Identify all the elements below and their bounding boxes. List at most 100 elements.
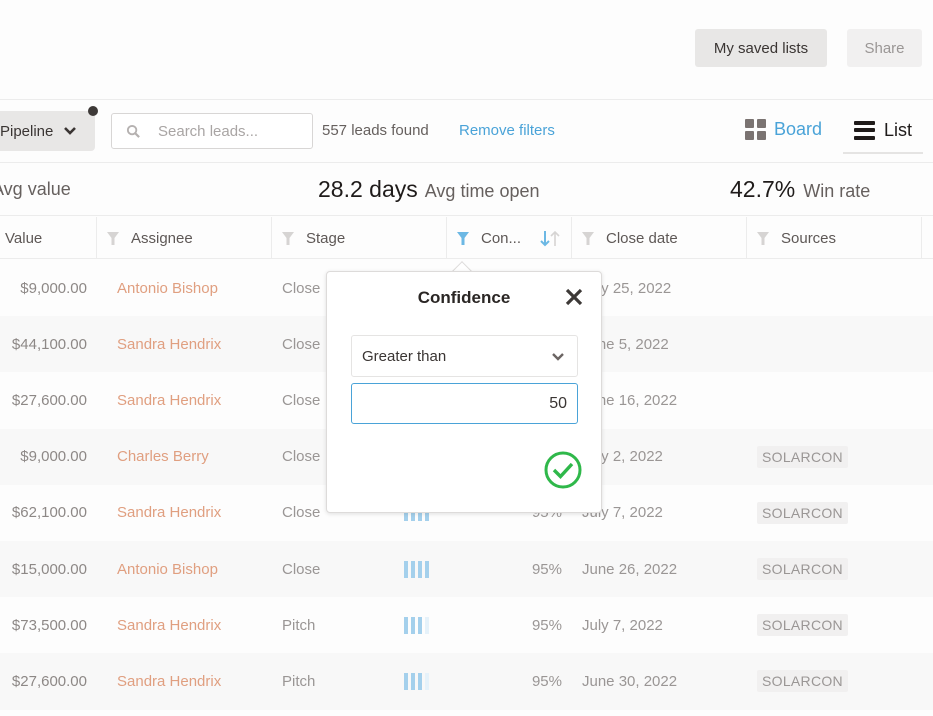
confidence-bar-segment — [404, 560, 408, 578]
confidence-bar-segment — [425, 616, 429, 634]
confidence-meter — [404, 541, 429, 597]
chevron-down-icon — [552, 353, 564, 361]
cell-value: $9,000.00 — [20, 279, 87, 297]
search-box[interactable] — [111, 113, 313, 149]
sort-icon[interactable] — [539, 230, 561, 247]
top-bar: My saved lists Share — [0, 0, 933, 100]
table-row[interactable]: $73,500.00 Sandra Hendrix Pitch 95% July 7, … — [0, 597, 933, 653]
search-icon — [126, 124, 140, 138]
board-view-label: Board — [774, 119, 823, 139]
cell-assignee[interactable]: Sandra Hendrix — [117, 372, 221, 428]
leads-count: 557 leads found — [322, 122, 429, 139]
my-saved-lists-button[interactable]: My saved lists — [695, 29, 827, 67]
cell-assignee[interactable]: Sandra Hendrix — [117, 316, 221, 372]
column-label: Con... — [481, 229, 522, 247]
list-view-toggle[interactable]: List — [843, 108, 923, 154]
column-label: Stage — [306, 229, 346, 247]
cell-value: $27,600.00 — [11, 672, 87, 690]
share-button[interactable]: Share — [847, 29, 922, 67]
source-tag: SOLARCON — [757, 501, 848, 524]
confirm-check-icon[interactable] — [544, 451, 582, 489]
chevron-down-icon — [64, 127, 77, 135]
column-header-sources[interactable]: Sources — [747, 217, 922, 259]
cell-confidence: 95% — [531, 616, 562, 634]
board-view-toggle[interactable]: Board — [745, 119, 822, 140]
source-tag: SOLARCON — [757, 614, 848, 637]
confidence-bar-segment — [411, 560, 415, 578]
pipeline-dropdown[interactable]: Pipeline — [0, 111, 95, 151]
column-label: Assignee — [131, 229, 193, 247]
confidence-filter-popover: Confidence Greater than — [326, 271, 602, 513]
source-tag: SOLARCON — [757, 558, 848, 581]
cell-assignee[interactable]: Sandra Hendrix — [117, 485, 221, 541]
stat-avg-value: Avg value — [0, 179, 71, 200]
cell-stage: Pitch — [282, 672, 316, 690]
cell-stage: Pitch — [282, 616, 316, 634]
column-header-close-date[interactable]: Close date — [572, 217, 747, 259]
cell-close-date: June 26, 2022 — [582, 560, 678, 578]
filter-icon[interactable] — [107, 231, 119, 245]
confidence-bar-segment — [411, 672, 415, 690]
cell-sources: SOLARCON — [757, 653, 848, 709]
filter-icon[interactable] — [582, 231, 594, 245]
cell-assignee[interactable]: Charles Berry — [117, 429, 209, 485]
close-icon[interactable] — [564, 287, 584, 307]
cell-stage: Close — [282, 448, 321, 466]
cell-close-date: June 30, 2022 — [582, 672, 678, 690]
cell-assignee[interactable]: Antonio Bishop — [117, 260, 218, 316]
column-label: Sources — [781, 229, 837, 247]
win-rate-label: Win rate — [803, 181, 871, 201]
search-input[interactable] — [158, 122, 308, 140]
cell-stage: Close — [282, 504, 321, 522]
stat-avg-time: 28.2 days Avg time open — [318, 176, 540, 203]
remove-filters-link[interactable]: Remove filters — [459, 122, 555, 139]
leads-page: My saved lists Share Pipeline 557 leads … — [0, 0, 933, 716]
stat-win-rate: 42.7% Win rate — [730, 176, 870, 203]
stats-bar: Avg value 28.2 days Avg time open 42.7% … — [0, 163, 933, 216]
cell-sources: SOLARCON — [757, 485, 848, 541]
column-header-value[interactable]: Value — [0, 217, 97, 259]
confidence-bar-segment — [411, 616, 415, 634]
cell-assignee[interactable]: Sandra Hendrix — [117, 653, 221, 709]
column-header-stage[interactable]: Stage — [272, 217, 447, 259]
confidence-bar-segment — [418, 672, 422, 690]
avg-value-label: Avg value — [0, 179, 71, 199]
cell-value: $15,000.00 — [11, 560, 87, 578]
cell-stage: Close — [282, 391, 321, 409]
cell-value: $27,600.00 — [11, 391, 87, 409]
confidence-bar-segment — [425, 560, 429, 578]
cell-confidence: 95% — [531, 672, 562, 690]
cell-value: $73,500.00 — [11, 616, 87, 634]
win-rate-value: 42.7% — [730, 176, 796, 202]
avg-time-label: Avg time open — [424, 181, 540, 201]
column-header-confidence[interactable]: Con... — [447, 217, 572, 259]
operator-value: Greater than — [362, 347, 447, 365]
cell-stage: Close — [282, 335, 321, 353]
confidence-meter — [404, 653, 429, 709]
grid-icon — [745, 119, 766, 140]
cell-assignee[interactable]: Sandra Hendrix — [117, 597, 221, 653]
table-header: Value Assignee Stage Con... Close date S… — [0, 217, 933, 259]
source-tag: SOLARCON — [757, 445, 848, 468]
cell-assignee[interactable]: Antonio Bishop — [117, 541, 218, 597]
cell-value: $44,100.00 — [11, 335, 87, 353]
notification-dot — [88, 106, 98, 116]
cell-sources: SOLARCON — [757, 541, 848, 597]
threshold-input[interactable] — [351, 383, 578, 424]
cell-value: $9,000.00 — [20, 448, 87, 466]
popover-title: Confidence — [417, 288, 511, 307]
filter-icon[interactable] — [282, 231, 294, 245]
filter-icon[interactable] — [757, 231, 769, 245]
list-icon — [853, 120, 875, 140]
cell-confidence: 95% — [531, 560, 562, 578]
column-label: Value — [5, 229, 43, 247]
confidence-meter — [404, 597, 429, 653]
filter-active-icon[interactable] — [457, 231, 469, 245]
table-row[interactable]: $27,600.00 Sandra Hendrix Pitch 95% June 30,… — [0, 653, 933, 710]
confidence-bar-segment — [404, 616, 408, 634]
cell-sources: SOLARCON — [757, 597, 848, 653]
list-view-label: List — [883, 119, 912, 140]
operator-select[interactable]: Greater than — [351, 335, 578, 377]
column-header-assignee[interactable]: Assignee — [97, 217, 272, 259]
table-row[interactable]: $15,000.00 Antonio Bishop Close 95% June 26,… — [0, 540, 933, 598]
